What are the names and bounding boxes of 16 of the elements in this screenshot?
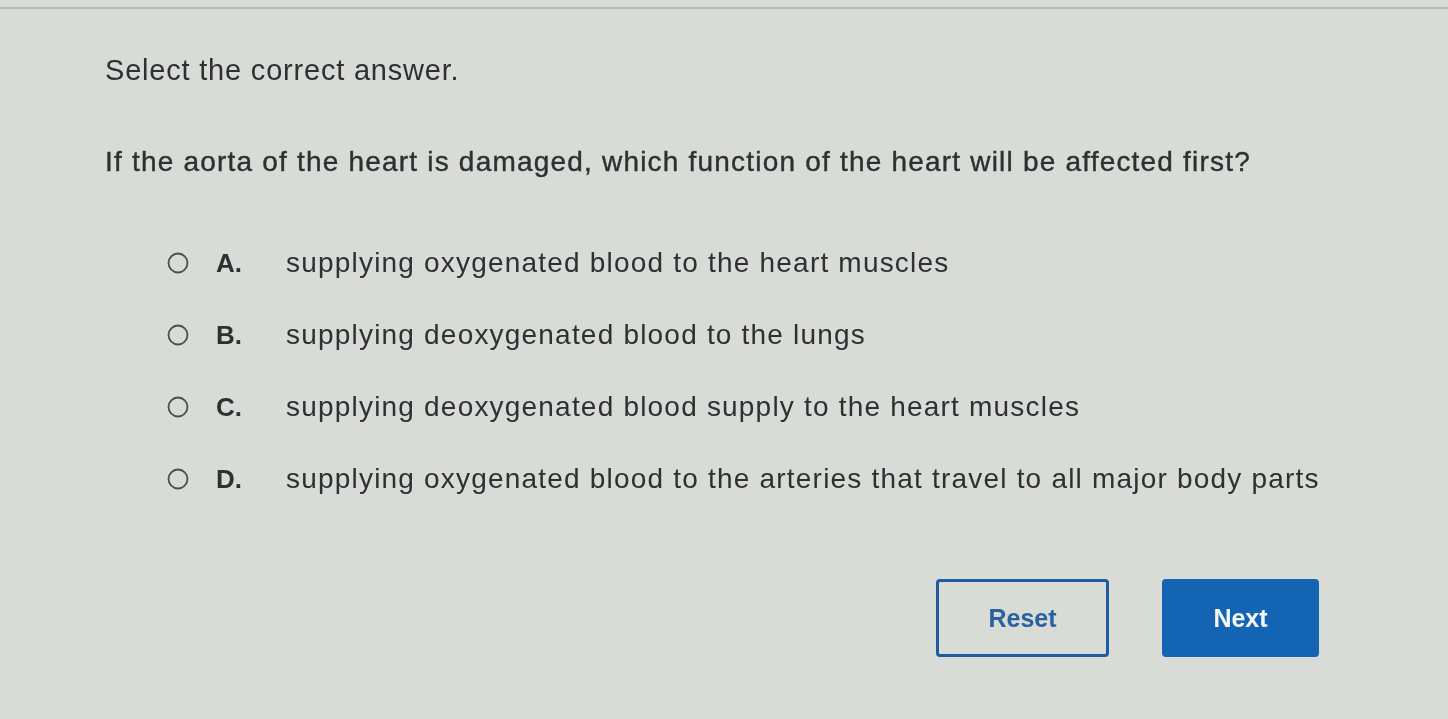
option-text[interactable]: supplying oxygenated blood to the arteries that travel to all major body parts — [286, 463, 1320, 495]
option-letter: C. — [216, 391, 243, 423]
option-letter: B. — [216, 319, 243, 351]
option-letter: A. — [216, 247, 243, 279]
next-button[interactable]: Next — [1162, 579, 1319, 657]
option-text[interactable]: supplying deoxygenated blood to the lungs — [286, 319, 867, 351]
radio-button[interactable] — [167, 468, 189, 490]
option-letter: D. — [216, 463, 243, 495]
radio-button[interactable] — [167, 252, 189, 274]
reset-button[interactable]: Reset — [936, 579, 1109, 657]
question-text: If the aorta of the heart is damaged, which function of the heart will be affected first? — [105, 145, 1251, 179]
option-text[interactable]: supplying deoxygenated blood supply to the heart muscles — [286, 391, 1081, 423]
option-text[interactable]: supplying oxygenated blood to the heart muscles — [286, 247, 950, 279]
radio-button[interactable] — [167, 324, 189, 346]
instruction-text: Select the correct answer. — [105, 53, 460, 87]
radio-button[interactable] — [167, 396, 189, 418]
